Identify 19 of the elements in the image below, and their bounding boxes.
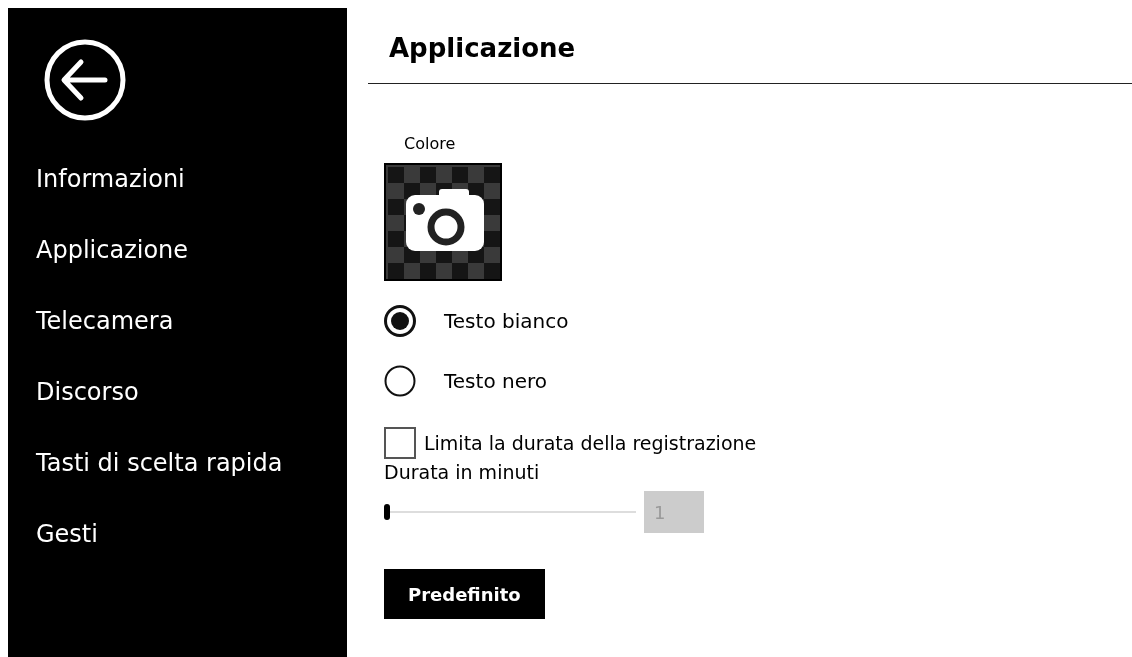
sidebar-item[interactable]: Informazioni (8, 144, 185, 215)
sidebar-item[interactable]: Tasti di scelta rapida (8, 428, 283, 499)
checkbox[interactable] (384, 427, 416, 459)
color-label: Colore (404, 134, 456, 153)
checkbox-label: Limita la durata della registrazione (424, 432, 757, 454)
sidebar-item[interactable]: Applicazione (8, 215, 189, 286)
sidebar-item[interactable]: Telecamera (8, 286, 174, 357)
sidebar-item[interactable]: Gesti (8, 499, 98, 570)
radio-label[interactable]: Testo bianco (444, 309, 569, 333)
sidebar-item[interactable]: Discorso (8, 357, 139, 428)
camera-icon (406, 189, 484, 251)
radio-button[interactable] (384, 365, 416, 397)
default-button[interactable]: Predefinito (384, 569, 545, 619)
page-title: Applicazione (389, 33, 577, 63)
duration-label: Durata in minuti (384, 461, 540, 483)
radio-button[interactable] (384, 305, 416, 337)
radio-label[interactable]: Testo nero (444, 369, 547, 393)
duration-slider[interactable] (384, 502, 636, 522)
back-button[interactable] (43, 38, 127, 122)
